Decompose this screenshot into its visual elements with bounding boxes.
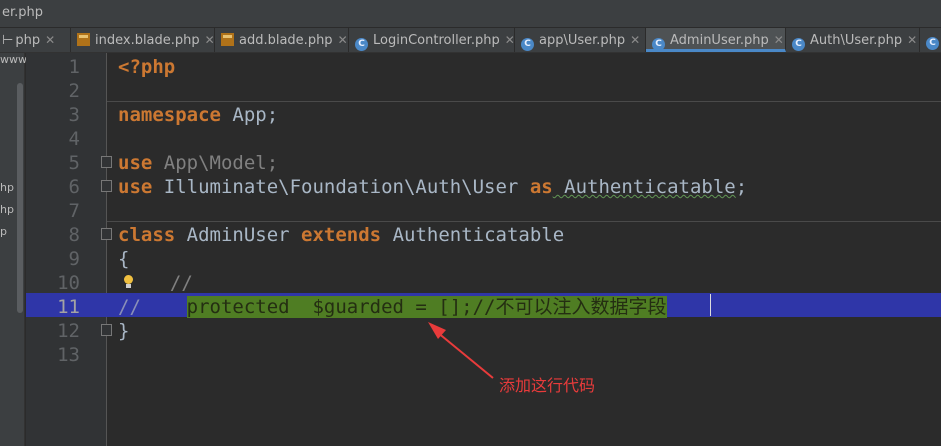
project-item[interactable]: p <box>0 225 7 238</box>
tab-auth-user[interactable]: C Auth\User.php ✕ <box>786 28 920 52</box>
class-icon: C <box>355 38 368 51</box>
project-item[interactable]: www <box>0 53 27 66</box>
line-number: 5 <box>68 152 80 174</box>
tab-add-blade[interactable]: add.blade.php ✕ <box>215 28 349 52</box>
tab-index-blade[interactable]: index.blade.php ✕ <box>71 28 215 52</box>
class-icon: C <box>521 38 534 51</box>
code-line-6: use Illuminate\Foundation\Auth\User as A… <box>107 175 747 199</box>
keyword: extends <box>301 224 382 246</box>
line-number: 10 <box>57 272 80 294</box>
tab-label: AdminUser.php <box>670 33 769 48</box>
project-item[interactable]: hp <box>0 181 14 194</box>
code-text: App\Model; <box>152 152 279 174</box>
code-text: App; <box>220 104 279 126</box>
line-number: 12 <box>57 320 80 342</box>
keyword: namespace <box>118 104 221 126</box>
close-icon[interactable]: ✕ <box>505 33 515 47</box>
close-icon[interactable]: ✕ <box>338 33 348 47</box>
close-icon[interactable]: ✕ <box>907 33 917 47</box>
tab-label: app\User.php <box>539 33 626 48</box>
class-icon: C <box>792 38 805 51</box>
keyword: as <box>529 176 553 198</box>
class-icon: C <box>926 37 939 50</box>
line-number: 11 <box>57 296 80 318</box>
close-icon[interactable]: ✕ <box>205 33 215 47</box>
tab-label: add.blade.php <box>239 33 333 48</box>
keyword: use <box>118 176 153 198</box>
line-number: 3 <box>68 104 80 126</box>
tab-label: index.blade.php <box>95 33 200 48</box>
project-item[interactable]: hp <box>0 203 14 216</box>
php-file-icon <box>221 33 234 46</box>
code-line-10: // <box>107 271 193 295</box>
php-file-icon <box>77 33 90 46</box>
code-line-9: { <box>107 247 129 271</box>
code-text: ; <box>735 176 748 198</box>
code-line-1: <?php <box>107 55 175 79</box>
code-line-12: } <box>107 319 129 343</box>
line-number: 8 <box>68 224 80 246</box>
comment: // <box>147 272 193 294</box>
code-text: Illuminate\Foundation\Auth\User <box>152 176 530 198</box>
code-text: Authenticatable <box>381 224 565 246</box>
tab-label: LoginController.php <box>373 33 500 48</box>
code-text: } <box>118 320 130 342</box>
annotation-label: 添加这行代码 <box>499 376 596 395</box>
class-icon: C <box>652 38 665 51</box>
tab-overflow[interactable]: C <box>920 28 941 52</box>
text-caret <box>710 294 711 316</box>
window-title: er.php <box>2 5 44 20</box>
panel-scrollbar[interactable] <box>17 83 23 313</box>
close-icon[interactable]: ✕ <box>630 33 640 47</box>
tab-admin-user[interactable]: C AdminUser.php ✕ <box>646 28 786 52</box>
project-panel: www hp hp p <box>0 53 27 446</box>
tab-label: php <box>15 33 41 48</box>
editor-tab-bar: ⊢ php ✕ index.blade.php ✕ add.blade.php ✕ CL… <box>0 28 941 53</box>
window-title-bar: er.php <box>0 0 941 28</box>
close-icon[interactable]: ✕ <box>774 33 784 47</box>
keyword: use <box>118 152 153 174</box>
code-text: AdminUser <box>175 224 302 246</box>
tab-label: Auth\User.php <box>810 33 903 48</box>
tab-php[interactable]: ⊢ php ✕ <box>0 28 71 52</box>
code-line-5: use App\Model; <box>107 151 278 175</box>
selected-code: protected $guarded = [];//不可以注入数据字段 <box>186 296 667 318</box>
line-number: 6 <box>68 176 80 198</box>
line-number: 9 <box>68 248 80 270</box>
code-text: Authenticatable <box>552 176 736 198</box>
line-number: 13 <box>57 344 80 366</box>
close-icon[interactable]: ✕ <box>45 33 55 47</box>
php-open-tag: <?php <box>118 56 176 78</box>
tab-app-user[interactable]: Capp\User.php ✕ <box>515 28 646 52</box>
code-text: { <box>118 248 130 270</box>
code-line-11: // protected $guarded = [];//不可以注入数据字段 <box>107 295 667 319</box>
code-line-3: namespace App; <box>107 103 278 127</box>
code-line-8: class AdminUser extends Authenticatable <box>107 223 564 247</box>
keyword: class <box>118 224 176 246</box>
comment: // <box>118 296 187 318</box>
line-number: 1 <box>68 56 80 78</box>
line-number: 7 <box>68 200 80 222</box>
split-icon: ⊢ <box>2 33 14 48</box>
line-number: 4 <box>68 128 80 150</box>
tab-login-controller[interactable]: C LoginController.php ✕ <box>349 28 515 52</box>
line-number: 2 <box>68 80 80 102</box>
